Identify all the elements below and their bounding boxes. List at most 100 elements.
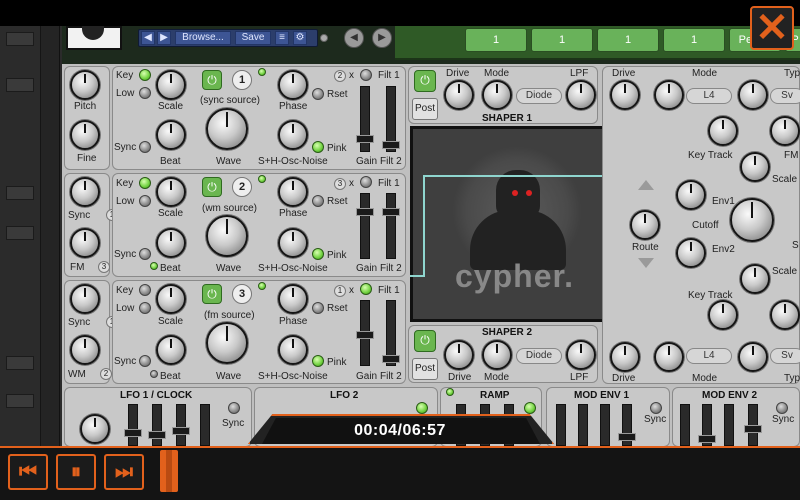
- modenv2-slider-2[interactable]: [698, 404, 716, 446]
- filter1-keytrack-knob[interactable]: [708, 116, 738, 146]
- wrench-icon[interactable]: ⚙: [293, 31, 307, 45]
- osc3-rset-led[interactable]: [312, 302, 324, 314]
- osc3-sync-led[interactable]: [139, 355, 151, 367]
- osc1-fine-knob[interactable]: [70, 120, 100, 150]
- osc3-filt1-led[interactable]: [360, 283, 372, 295]
- route-knob[interactable]: [630, 210, 660, 240]
- shaper1-lpf-knob[interactable]: [566, 80, 596, 110]
- osc3-gain-slider[interactable]: [356, 300, 374, 366]
- osc2-sync-knob[interactable]: [70, 177, 100, 207]
- osc3-key-led[interactable]: [139, 284, 151, 296]
- filter1-mode-knob[interactable]: [654, 80, 684, 110]
- modenv2-slider-4[interactable]: [744, 404, 762, 446]
- osc3-phase-knob[interactable]: [278, 284, 308, 314]
- browse-button[interactable]: Browse...: [175, 31, 231, 45]
- filter1-scale-knob[interactable]: [740, 152, 770, 182]
- osc1-key-led[interactable]: [139, 69, 151, 81]
- osc3-power-button[interactable]: ⏻: [202, 284, 222, 304]
- shaper1-drive-knob[interactable]: [444, 80, 474, 110]
- slot-prev-icon[interactable]: ◀: [344, 28, 364, 48]
- modenv1-slider-4[interactable]: [618, 404, 636, 446]
- osc2-wave-knob[interactable]: [206, 215, 248, 257]
- osc1-rset-led[interactable]: [312, 88, 324, 100]
- filter2-type-knob[interactable]: [738, 342, 768, 372]
- modenv1-slider-1[interactable]: [556, 404, 566, 446]
- prev-patch-button[interactable]: ◀: [141, 31, 155, 45]
- osc2-beat-knob[interactable]: [156, 228, 186, 258]
- filter2-mode-knob[interactable]: [654, 342, 684, 372]
- close-button[interactable]: ✕: [750, 6, 794, 50]
- osc1-gain-slider[interactable]: [356, 86, 374, 152]
- osc2-filt-slider[interactable]: [382, 193, 400, 259]
- osc2-power-button[interactable]: ⏻: [202, 177, 222, 197]
- osc2-fm-knob[interactable]: [70, 228, 100, 258]
- osc2-noise-knob[interactable]: [278, 228, 308, 258]
- osc1-pink-led[interactable]: [312, 141, 324, 153]
- filter2-fm-knob[interactable]: [770, 300, 800, 330]
- modenv2-slider-3[interactable]: [724, 404, 734, 446]
- osc3-low-led[interactable]: [139, 302, 151, 314]
- pause-button[interactable]: ⏸: [56, 454, 96, 490]
- filter1-drive-knob[interactable]: [610, 80, 640, 110]
- osc3-pink-led[interactable]: [312, 355, 324, 367]
- shaper2-lpf-knob[interactable]: [566, 340, 596, 370]
- shaper2-drive-knob[interactable]: [444, 340, 474, 370]
- patch-slot-4[interactable]: 1: [663, 28, 725, 52]
- shaper2-mode-knob[interactable]: [482, 340, 512, 370]
- lfo1-rate-knob[interactable]: [80, 414, 110, 444]
- patch-slot-3[interactable]: 1: [597, 28, 659, 52]
- osc2-pink-led[interactable]: [312, 248, 324, 260]
- env1-knob[interactable]: [676, 180, 706, 210]
- osc2-sync-led[interactable]: [139, 248, 151, 260]
- osc3-filt-slider[interactable]: [382, 300, 400, 366]
- shaper2-post-button[interactable]: Post: [412, 358, 438, 380]
- ramp-led-2[interactable]: [524, 402, 536, 414]
- osc1-filt1-led[interactable]: [360, 69, 372, 81]
- osc3-wave-knob[interactable]: [206, 322, 248, 364]
- osc3-wm-knob[interactable]: [70, 335, 100, 365]
- lfo1-slider-2[interactable]: [148, 404, 166, 446]
- osc2-rset-led[interactable]: [312, 195, 324, 207]
- lfo1-sync-led[interactable]: [228, 402, 240, 414]
- lfo1-slider-3[interactable]: [172, 404, 190, 446]
- osc3-sync-knob[interactable]: [70, 284, 100, 314]
- osc1-beat-knob[interactable]: [156, 120, 186, 150]
- osc3-scale-knob[interactable]: [156, 284, 186, 314]
- osc1-power-button[interactable]: ⏻: [202, 70, 222, 90]
- save-button[interactable]: Save: [235, 31, 271, 45]
- shaper2-power-button[interactable]: ⏻: [414, 330, 436, 352]
- rewind-button[interactable]: ⏮: [8, 454, 48, 490]
- next-patch-button[interactable]: ▶: [157, 31, 171, 45]
- osc2-gain-slider[interactable]: [356, 193, 374, 259]
- cutoff-knob[interactable]: [730, 198, 774, 242]
- osc1-filt-slider[interactable]: [382, 86, 400, 152]
- osc2-filt1-led[interactable]: [360, 176, 372, 188]
- osc2-key-led[interactable]: [139, 177, 151, 189]
- lfo1-slider-1[interactable]: [124, 404, 142, 446]
- osc1-noise-knob[interactable]: [278, 120, 308, 150]
- menu-icon[interactable]: ≡: [275, 31, 289, 45]
- modenv1-sync-led[interactable]: [650, 402, 662, 414]
- osc1-phase-knob[interactable]: [278, 70, 308, 100]
- osc1-sync-led[interactable]: [139, 141, 151, 153]
- modenv2-sync-led[interactable]: [776, 402, 788, 414]
- lfo2-led[interactable]: [416, 402, 428, 414]
- slot-next-icon[interactable]: ▶: [372, 28, 392, 48]
- osc3-beat-knob[interactable]: [156, 335, 186, 365]
- osc2-phase-knob[interactable]: [278, 177, 308, 207]
- osc2-scale-knob[interactable]: [156, 177, 186, 207]
- osc1-wave-knob[interactable]: [206, 108, 248, 150]
- osc1-low-led[interactable]: [139, 87, 151, 99]
- shaper1-post-button[interactable]: Post: [412, 98, 438, 120]
- osc1-scale-knob[interactable]: [156, 70, 186, 100]
- filter2-drive-knob[interactable]: [610, 342, 640, 372]
- patch-slot-2[interactable]: 1: [531, 28, 593, 52]
- filter2-keytrack-knob[interactable]: [708, 300, 738, 330]
- forward-button[interactable]: ⏭: [104, 454, 144, 490]
- lfo1-slider-4[interactable]: [200, 404, 210, 446]
- osc2-low-led[interactable]: [139, 195, 151, 207]
- filter1-type-knob[interactable]: [738, 80, 768, 110]
- modenv1-slider-2[interactable]: [578, 404, 588, 446]
- shaper1-power-button[interactable]: ⏻: [414, 70, 436, 92]
- env2-knob[interactable]: [676, 238, 706, 268]
